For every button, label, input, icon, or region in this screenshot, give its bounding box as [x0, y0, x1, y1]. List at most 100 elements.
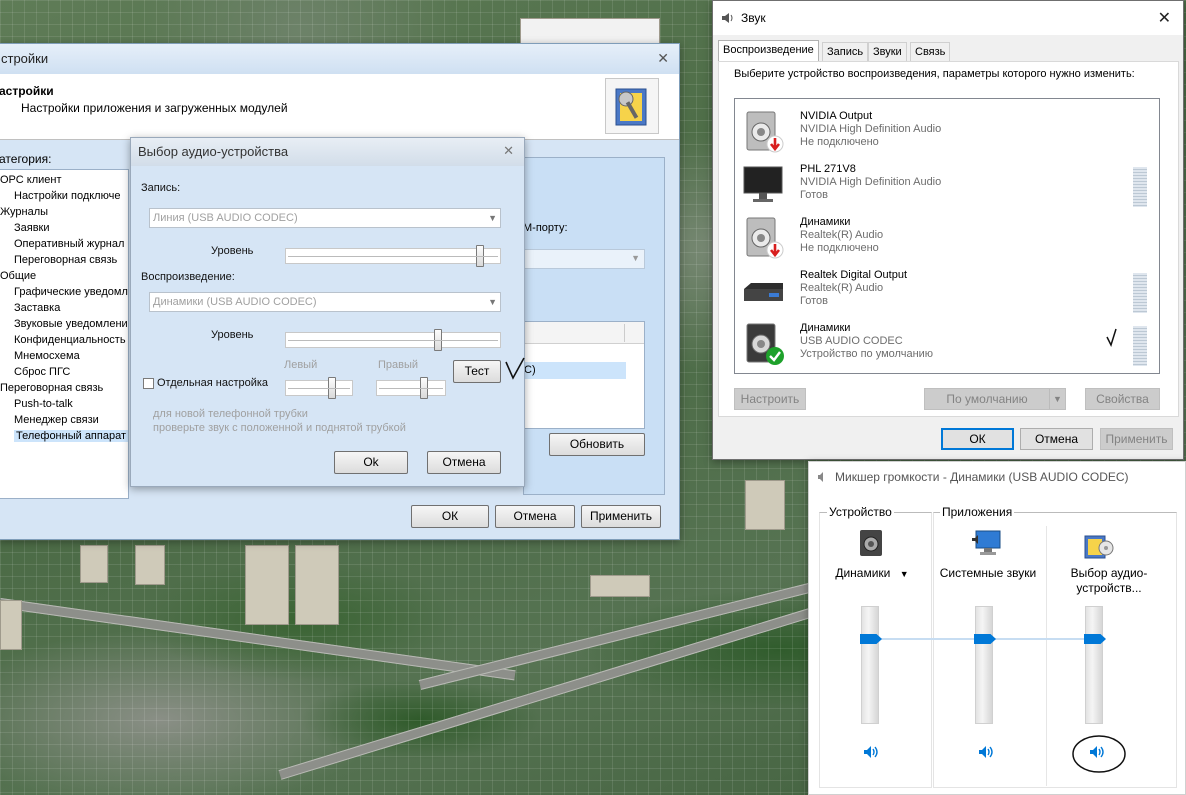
settings-app-icon: [605, 78, 659, 134]
sound-apply-button[interactable]: Применить: [1100, 428, 1173, 450]
com-port-label: М-порту:: [523, 222, 568, 234]
set-default-button[interactable]: По умолчанию ▼: [924, 388, 1066, 410]
apps-section-frame: [933, 512, 1177, 788]
refresh-button[interactable]: Обновить: [549, 433, 645, 456]
settings-titlebar[interactable]: стройки: [0, 44, 679, 74]
map-building: [245, 545, 289, 625]
settings-close-icon[interactable]: ✕: [657, 50, 669, 67]
right-channel-slider[interactable]: [376, 377, 446, 399]
right-channel-thumb[interactable]: [420, 377, 428, 399]
sound-title: Звук: [741, 11, 766, 25]
map-building: [135, 545, 165, 585]
device-name: NVIDIA Output: [800, 110, 873, 122]
record-label: Запись:: [141, 182, 181, 194]
map-building: [745, 480, 785, 530]
system-mute-icon[interactable]: [978, 745, 994, 759]
tab-communications[interactable]: Связь: [910, 42, 951, 62]
left-channel-slider[interactable]: [285, 377, 353, 399]
tree-item[interactable]: Заставка: [14, 302, 60, 314]
device-list[interactable]: С): [523, 321, 645, 429]
speaker-icon: [818, 472, 823, 482]
tree-item[interactable]: Сброс ПГС: [14, 366, 70, 378]
chevron-down-icon[interactable]: ▼: [1049, 389, 1065, 409]
settings-cancel-button[interactable]: Отмена: [495, 505, 575, 528]
app-volume-slider[interactable]: [1084, 606, 1106, 724]
device-volume-slider[interactable]: [860, 606, 882, 724]
channel-name-device[interactable]: Динамики ▼: [817, 566, 927, 582]
separate-settings-label: Отдельная настройка: [157, 377, 269, 389]
chevron-down-icon[interactable]: ▼: [900, 569, 909, 579]
tree-item[interactable]: Заявки: [14, 222, 50, 234]
tree-item[interactable]: Менеджер связи: [14, 414, 99, 426]
device-row[interactable]: Динамики Realtek(R) Audio Не подключено: [735, 211, 1159, 264]
settings-ok-button[interactable]: ОК: [411, 505, 489, 528]
tree-item[interactable]: Конфиденциальность: [14, 334, 126, 346]
column-divider: [1046, 526, 1047, 786]
playback-device-list[interactable]: NVIDIA Output NVIDIA High Definition Audi…: [734, 98, 1160, 374]
properties-button[interactable]: Свойства: [1085, 388, 1160, 410]
configure-button[interactable]: Настроить: [734, 388, 806, 410]
speaker-icon: [722, 13, 733, 23]
device-list-selected-row[interactable]: С): [524, 362, 626, 379]
speaker-device-icon[interactable]: [857, 528, 885, 558]
device-driver: Realtek(R) Audio: [800, 282, 884, 294]
tree-item[interactable]: Мнемосхема: [14, 350, 80, 362]
tree-item[interactable]: Переговорная связь: [14, 254, 117, 266]
tree-item[interactable]: Общие: [0, 270, 36, 282]
sound-cancel-button[interactable]: Отмена: [1020, 428, 1093, 450]
tab-sounds[interactable]: Звуки: [868, 42, 907, 62]
playback-level-thumb[interactable]: [434, 329, 442, 351]
audio-dialog-titlebar[interactable]: Выбор аудио-устройства: [131, 138, 524, 166]
tree-item[interactable]: ОРС клиент: [0, 174, 62, 186]
volume-mixer: Микшер громкости - Динамики (USB AUDIO C…: [808, 461, 1186, 795]
tree-item[interactable]: Переговорная связь: [0, 382, 103, 394]
device-status: Устройство по умолчанию: [800, 348, 934, 360]
device-status: Готов: [800, 189, 828, 201]
app-audio-selector-icon[interactable]: [1081, 528, 1115, 560]
device-volume-thumb[interactable]: [860, 634, 882, 644]
settings-category-tree: ОРС клиент Настройки подключе Журналы Заявк…: [0, 169, 129, 499]
com-port-select[interactable]: ▼: [523, 249, 645, 269]
tree-item[interactable]: Графические уведомле: [14, 286, 128, 298]
sound-close-icon[interactable]: ✕: [1158, 8, 1171, 28]
device-driver: NVIDIA High Definition Audio: [800, 123, 942, 135]
left-channel-thumb[interactable]: [328, 377, 336, 399]
hint-line-2: проверьте звук с положенной и поднятой т…: [153, 422, 406, 434]
audio-cancel-button[interactable]: Отмена: [427, 451, 501, 474]
device-driver: Realtek(R) Audio: [800, 229, 884, 241]
record-level-slider[interactable]: [285, 245, 501, 267]
audio-ok-button[interactable]: Ok: [334, 451, 408, 474]
device-row[interactable]: Динамики USB AUDIO CODEC Устройство по умо…: [735, 317, 1159, 370]
system-sounds-icon[interactable]: [971, 528, 1005, 558]
tree-item[interactable]: Push-to-talk: [14, 398, 73, 410]
record-level-thumb[interactable]: [476, 245, 484, 267]
sound-ok-button[interactable]: ОК: [941, 428, 1014, 450]
tree-item[interactable]: Журналы: [0, 206, 48, 218]
handwritten-circle: [1072, 735, 1126, 773]
test-button[interactable]: Тест: [453, 360, 501, 383]
tree-item[interactable]: Звуковые уведомлени: [14, 318, 128, 330]
tree-item-selected[interactable]: Телефонный аппарат: [14, 430, 128, 442]
device-row[interactable]: NVIDIA Output NVIDIA High Definition Audi…: [735, 105, 1159, 158]
chevron-down-icon: ▼: [488, 213, 497, 223]
device-name: Динамики: [800, 216, 851, 228]
system-volume-slider[interactable]: [974, 606, 996, 724]
app-volume-thumb[interactable]: [1084, 634, 1106, 644]
separate-settings-checkbox[interactable]: [143, 378, 154, 389]
playback-device-select[interactable]: Динамики (USB AUDIO CODEC) ▼: [149, 292, 501, 312]
tree-item[interactable]: Настройки подключе: [14, 190, 120, 202]
device-mute-icon[interactable]: [863, 745, 879, 759]
settings-apply-button[interactable]: Применить: [581, 505, 661, 528]
record-device-select[interactable]: Линия (USB AUDIO CODEC) ▼: [149, 208, 501, 228]
system-volume-thumb[interactable]: [974, 634, 996, 644]
tab-playback[interactable]: Воспроизведение: [718, 40, 819, 62]
tree-item[interactable]: Оперативный журнал: [14, 238, 124, 250]
device-list-header: [524, 322, 644, 344]
playback-page: Выберите устройство воспроизведения, пар…: [718, 61, 1179, 417]
playback-level-slider[interactable]: [285, 329, 501, 351]
device-row[interactable]: PHL 271V8 NVIDIA High Definition Audio Гот…: [735, 158, 1159, 211]
tab-recording[interactable]: Запись: [822, 42, 869, 62]
device-row[interactable]: Realtek Digital Output Realtek(R) Audio Го…: [735, 264, 1159, 317]
audio-dialog-close-icon[interactable]: ✕: [503, 143, 514, 159]
sound-titlebar[interactable]: Звук: [713, 1, 1183, 35]
